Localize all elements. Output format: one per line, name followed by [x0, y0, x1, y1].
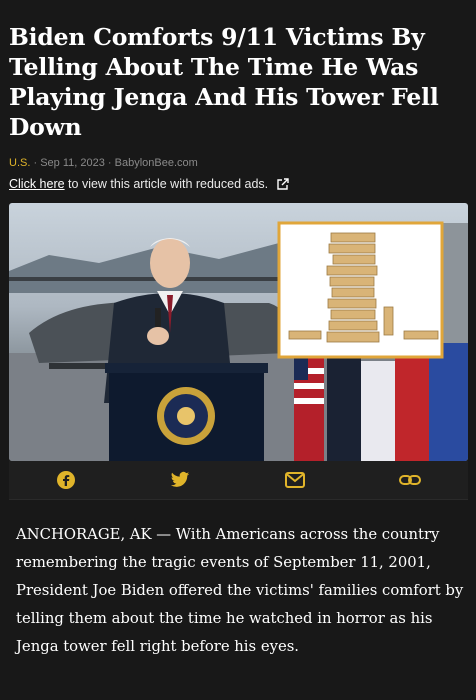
facebook-icon[interactable] [56, 470, 76, 490]
article-source: BabylonBee.com [114, 157, 198, 169]
meta-separator: · [33, 157, 38, 169]
category-link[interactable]: U.S. [9, 157, 30, 169]
reduced-ads-text: to view this article with reduced ads. [64, 177, 269, 191]
article-date: Sep 11, 2023 [40, 157, 105, 169]
share-bar [9, 461, 468, 500]
article-meta: U.S. · Sep 11, 2023 · BabylonBee.com [9, 157, 198, 169]
reduced-ads-link[interactable]: Click here [9, 177, 65, 191]
twitter-icon[interactable] [170, 471, 190, 489]
article-body: ANCHORAGE, AK — With Americans across th… [16, 526, 464, 655]
link-icon[interactable] [398, 472, 421, 488]
meta-separator: · [107, 157, 112, 169]
reduced-ads-notice: Click here to view this article with red… [9, 177, 290, 191]
email-icon[interactable] [284, 472, 305, 488]
article-headline: Biden Comforts 9/11 Victims By Telling A… [9, 23, 439, 141]
article-hero-image [9, 203, 468, 461]
external-link-icon[interactable] [276, 177, 290, 191]
